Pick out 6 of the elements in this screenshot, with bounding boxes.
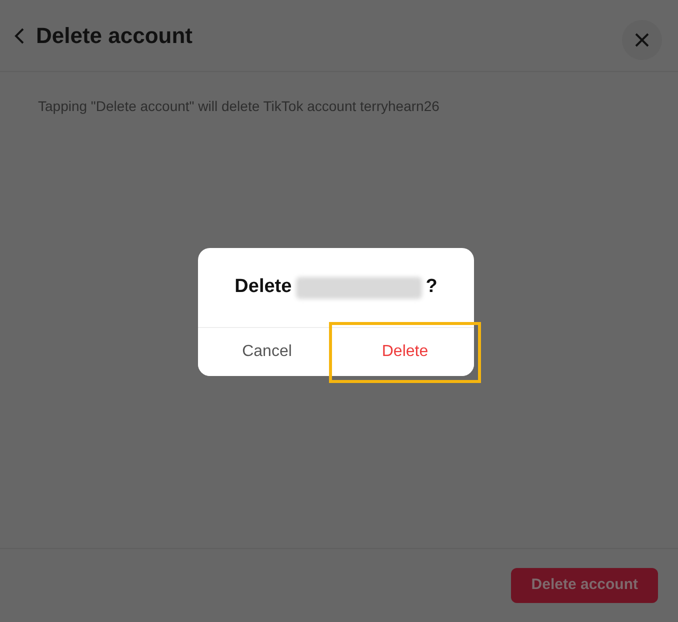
- dialog-title: Delete: [234, 275, 292, 300]
- close-icon: [634, 32, 650, 48]
- close-button[interactable]: [622, 20, 662, 60]
- page-title: Delete account: [36, 22, 192, 50]
- description-text: Tapping "Delete account" will delete TikTok account terryhearn26: [38, 97, 440, 116]
- question-mark: ?: [426, 275, 438, 300]
